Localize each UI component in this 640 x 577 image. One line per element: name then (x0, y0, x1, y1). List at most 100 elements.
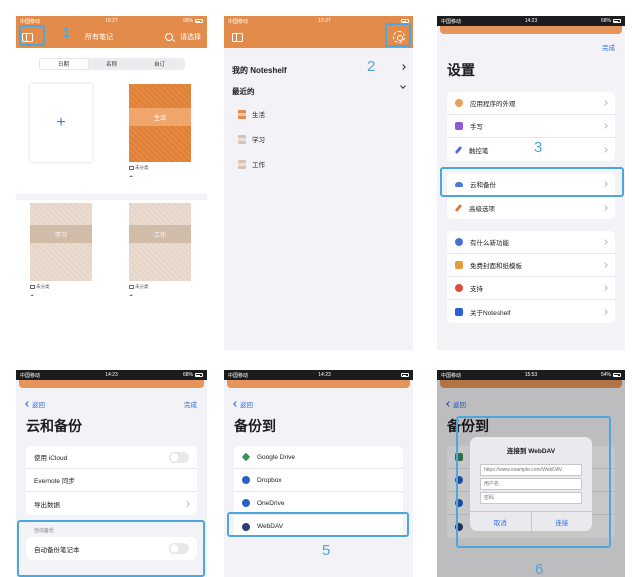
settings-row-free-covers[interactable]: 免费封面和纸模板 (447, 254, 615, 277)
clock: 14:23 (524, 18, 538, 24)
screen-sidebar: 中国移动 15:27 我的 Noteshelf 最近的 生活 学习 工作 (224, 16, 413, 350)
chevron-right-icon (602, 100, 608, 106)
notebook-cover[interactable]: 生活 (129, 84, 191, 162)
screen-all-notes: 中国移动 15:27 58% 所有笔记 请选择 日期 名称 自订 + 生活 未分… (16, 16, 207, 350)
page-title: 设置 (447, 62, 475, 78)
carrier-label: 中国移动 (228, 18, 249, 25)
notebook-folder-label: 未分类 (129, 284, 149, 290)
step-highlight (456, 416, 611, 548)
search-icon[interactable] (165, 33, 173, 41)
battery-icon (194, 373, 203, 377)
chevron-right-icon (400, 64, 406, 70)
lifebuoy-icon (455, 284, 463, 292)
chevron-right-icon (602, 262, 608, 268)
recent-item[interactable]: 生活 (238, 106, 413, 122)
google-drive-icon (241, 452, 251, 462)
settings-row-about[interactable]: 关于Noteshelf (447, 300, 615, 323)
settings-group: 应用程序的外观 手写 触控笔 (447, 92, 615, 161)
notebook-title: 工作 (153, 232, 166, 239)
recent-header[interactable]: 最近的 (232, 83, 413, 97)
battery-icon (612, 373, 621, 377)
icloud-row: 使用 iCloud (26, 446, 197, 469)
chevron-down-icon (400, 83, 406, 89)
carrier-label: 中国移动 (20, 18, 41, 25)
clock: 15:27 (105, 18, 118, 24)
status-bar: 中国移动 15:53 54% (437, 370, 625, 380)
settings-row-advanced[interactable]: 高级选项 (447, 196, 615, 219)
settings-row-appearance[interactable]: 应用程序的外观 (447, 92, 615, 115)
cloud-icon: ☁ (129, 292, 133, 297)
settings-row-stylus[interactable]: 触控笔 (447, 138, 615, 161)
clock: 15:27 (318, 18, 331, 24)
export-data-row[interactable]: 导出数据 (26, 492, 197, 515)
recent-item[interactable]: 工作 (238, 156, 413, 172)
palette-icon (455, 99, 463, 107)
notebook-folder-label: 未分类 (129, 165, 149, 171)
cloud-icon: ☁ (129, 173, 133, 178)
sheet-background (440, 26, 622, 34)
sort-custom-tab[interactable]: 自订 (136, 59, 184, 69)
page-title: 备份到 (234, 418, 276, 434)
carrier-label: 中国移动 (228, 372, 249, 379)
settings-row-whats-new[interactable]: 有什么新功能 (447, 231, 615, 254)
sheet-background (19, 380, 204, 388)
back-button[interactable]: 返回 (233, 399, 253, 409)
status-bar: 中国移动 14:23 68% (437, 16, 625, 26)
notebook-cover[interactable]: 学习 (30, 203, 92, 281)
battery-icon (401, 373, 409, 377)
battery-percent: 54% (600, 372, 611, 378)
step-number: 1 (62, 24, 71, 41)
my-noteshelf-row[interactable]: 我的 Noteshelf (232, 64, 413, 76)
battery-icon (194, 19, 203, 23)
done-button[interactable]: 完成 (184, 399, 197, 409)
screen-backup-to: 中国移动 14:23 返回 备份到 Google Drive Dropbox O… (224, 370, 413, 577)
divider (16, 194, 207, 200)
new-notebook-button[interactable]: + (30, 84, 92, 162)
notebook-icon (238, 109, 246, 119)
status-bar: 中国移动 15:27 58% (16, 16, 207, 26)
settings-row-support[interactable]: 支持 (447, 277, 615, 300)
chevron-left-icon (25, 401, 31, 407)
sheet-background (227, 380, 410, 388)
clock: 15:53 (524, 372, 538, 378)
step-number: 5 (322, 542, 331, 559)
gift-icon (455, 261, 463, 269)
chevron-right-icon (602, 146, 608, 153)
notebook-title: 生活 (153, 115, 166, 122)
battery-percent: 68% (600, 18, 611, 24)
done-button[interactable]: 完成 (602, 42, 615, 52)
chevron-right-icon (602, 285, 608, 291)
battery-icon (612, 19, 621, 23)
cloud-icon: ☁ (30, 292, 34, 297)
chevron-right-icon (184, 500, 190, 507)
evernote-sync-row[interactable]: Evernote 同步 (26, 469, 197, 492)
chevron-right-icon (602, 204, 608, 211)
recent-item[interactable]: 学习 (238, 131, 413, 147)
notebook-icon (238, 159, 246, 169)
step-highlight (440, 167, 624, 197)
chevron-right-icon (602, 239, 608, 245)
dropbox-icon (242, 476, 250, 484)
sort-segmented-control: 日期 名称 自订 (38, 58, 185, 70)
step-highlight (227, 512, 409, 537)
page-title: 所有笔记 (85, 34, 113, 41)
battery-percent: 58% (182, 18, 193, 24)
page-title: 云和备份 (26, 418, 82, 434)
notebook-cover[interactable]: 工作 (129, 203, 191, 281)
carrier-label: 中国移动 (441, 18, 462, 25)
chevron-right-icon (602, 308, 608, 315)
step-highlight (17, 520, 205, 577)
google-drive-row[interactable]: Google Drive (234, 446, 403, 469)
pencil-icon (454, 145, 463, 154)
back-button[interactable]: 返回 (25, 399, 45, 409)
dropbox-row[interactable]: Dropbox (234, 469, 403, 492)
sidebar-toggle-icon[interactable] (232, 32, 243, 42)
select-button[interactable]: 请选择 (180, 32, 201, 42)
app-logo-icon (455, 307, 463, 316)
icloud-toggle[interactable] (169, 451, 189, 463)
sort-by-name-tab[interactable]: 名称 (88, 59, 136, 69)
sort-by-date-tab[interactable]: 日期 (39, 59, 88, 69)
settings-row-handwriting[interactable]: 手写 (447, 115, 615, 138)
chevron-left-icon (233, 401, 239, 407)
step-highlight (385, 23, 411, 47)
